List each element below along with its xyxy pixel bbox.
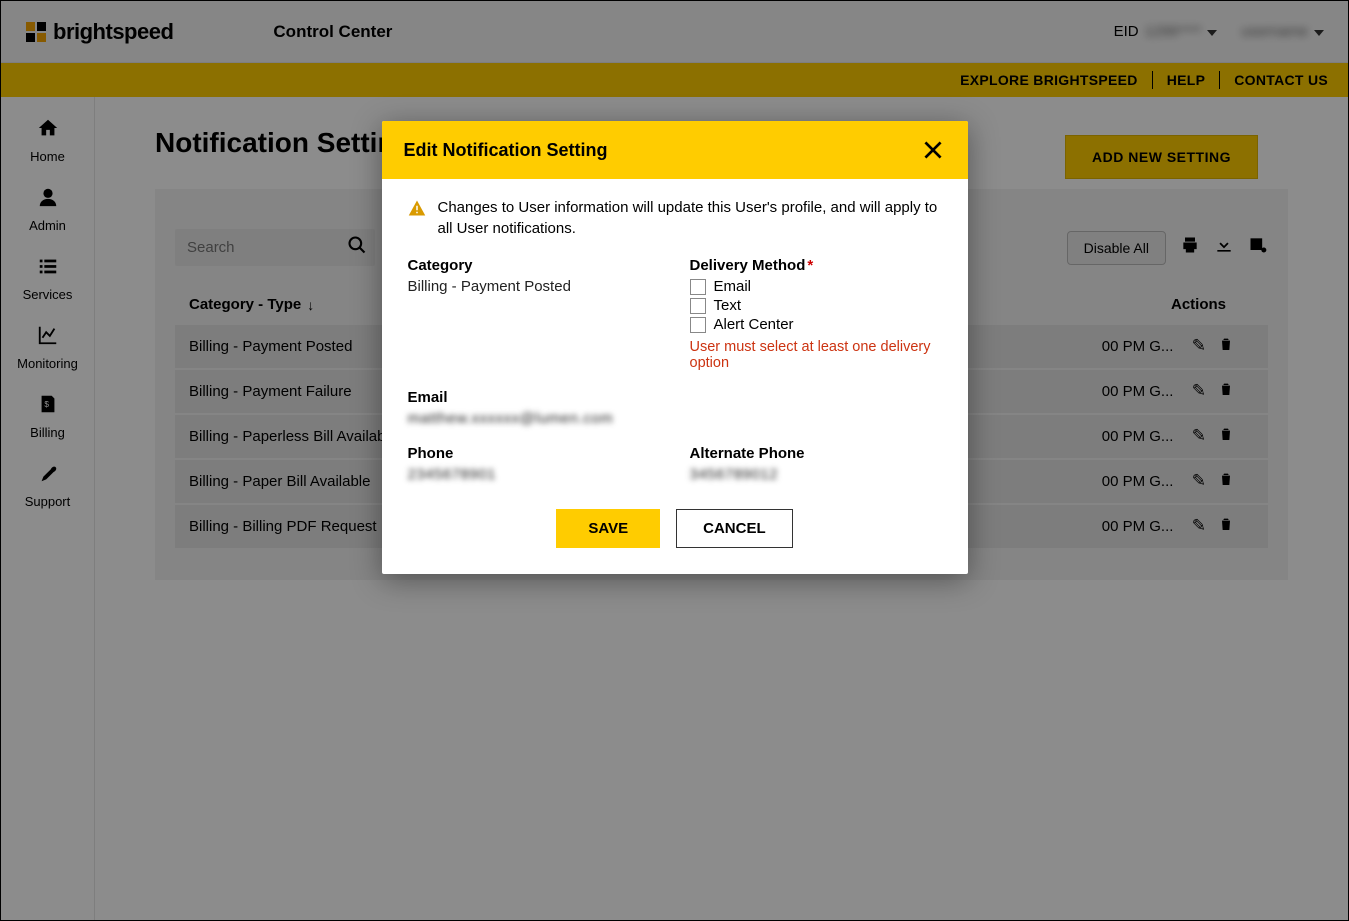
edit-notification-modal: Edit Notification Setting Changes to Use…	[382, 121, 968, 574]
email-section: Email matthew.xxxxxx@lumen.com	[408, 389, 942, 427]
warning-icon	[408, 199, 426, 239]
alt-phone-section: Alternate Phone 3456789012	[690, 445, 942, 483]
save-button[interactable]: SAVE	[556, 509, 660, 548]
modal-overlay: Edit Notification Setting Changes to Use…	[1, 1, 1348, 920]
phone-label: Phone	[408, 445, 660, 462]
alt-phone-label: Alternate Phone	[690, 445, 942, 462]
checkbox-label: Alert Center	[714, 316, 794, 333]
cancel-button[interactable]: CANCEL	[676, 509, 793, 548]
category-label: Category	[408, 257, 660, 274]
category-section: Category Billing - Payment Posted	[408, 257, 660, 371]
close-icon[interactable]	[920, 137, 946, 163]
required-asterisk: *	[807, 257, 813, 274]
delivery-error: User must select at least one delivery o…	[690, 339, 942, 371]
checkbox-row-text: Text	[690, 297, 942, 314]
checkbox-row-email: Email	[690, 278, 942, 295]
email-value: matthew.xxxxxx@lumen.com	[408, 410, 942, 427]
email-label: Email	[408, 389, 942, 406]
modal-warning: Changes to User information will update …	[408, 197, 942, 239]
warning-text: Changes to User information will update …	[438, 197, 942, 239]
modal-title: Edit Notification Setting	[404, 140, 608, 161]
delivery-section: Delivery Method* Email Text	[690, 257, 942, 371]
checkbox-label: Email	[714, 278, 752, 295]
checkbox-alert-center[interactable]	[690, 317, 706, 333]
checkbox-email[interactable]	[690, 279, 706, 295]
checkbox-label: Text	[714, 297, 742, 314]
checkbox-text[interactable]	[690, 298, 706, 314]
delivery-label: Delivery Method*	[690, 257, 942, 274]
phone-value: 2345678901	[408, 466, 660, 483]
category-value: Billing - Payment Posted	[408, 278, 660, 295]
phone-section: Phone 2345678901	[408, 445, 660, 483]
checkbox-row-alert-center: Alert Center	[690, 316, 942, 333]
alt-phone-value: 3456789012	[690, 466, 942, 483]
modal-header: Edit Notification Setting	[382, 121, 968, 179]
